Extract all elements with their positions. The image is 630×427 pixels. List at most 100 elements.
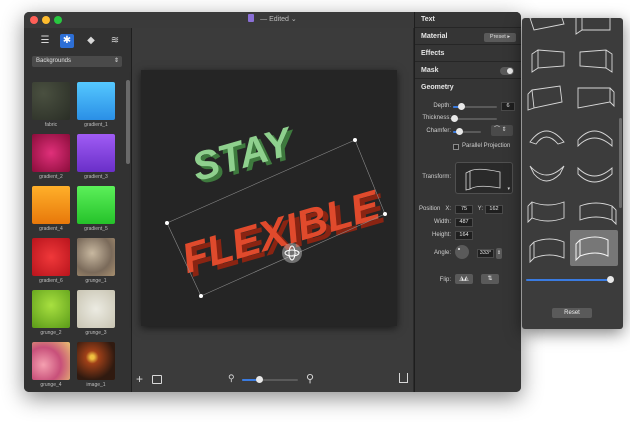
shape-option-ribbon[interactable] <box>572 156 618 190</box>
thumbnail-label: grunge_2 <box>40 330 62 336</box>
shape-option-wave-right[interactable] <box>572 118 618 152</box>
shape-option-arch-deep[interactable] <box>572 80 618 114</box>
thumbnail-gradient-6[interactable] <box>32 238 70 276</box>
shape-option-curve-left[interactable] <box>524 194 570 228</box>
shape-option-flat[interactable] <box>524 18 570 38</box>
category-select[interactable]: Backgrounds ⇕ <box>32 56 122 67</box>
add-icon[interactable]: + <box>136 372 143 386</box>
thumbnail-gradient-3[interactable] <box>77 134 115 172</box>
shape-option-box-left[interactable] <box>524 42 570 76</box>
transform-label: Transform: <box>422 174 451 180</box>
shape-option-cylinder-left[interactable] <box>524 232 570 266</box>
transform-shape-popover: Reset <box>522 18 623 329</box>
shape-option-wave-left[interactable] <box>524 118 570 152</box>
resize-handle[interactable] <box>383 212 387 216</box>
resize-handle[interactable] <box>353 138 357 142</box>
gear-icon[interactable]: ✱ <box>60 34 74 48</box>
chamfer-style-select[interactable]: ⌒ ⇕ <box>491 125 513 136</box>
thumbnail-image-1[interactable] <box>77 342 115 380</box>
sidebar: ☰ ✱ ◆ ≋ Backgrounds ⇕ fabric gradient_1 … <box>24 28 132 392</box>
angle-field[interactable]: 333° <box>477 249 494 258</box>
thumbnail-label: fabric <box>44 122 58 128</box>
depth-field[interactable]: 6 <box>501 102 515 111</box>
zoom-in-icon[interactable]: ⚲ <box>306 372 314 385</box>
thumbnail-gradient-2[interactable] <box>32 134 70 172</box>
zoom-slider-knob[interactable] <box>255 376 263 383</box>
section-effects[interactable]: Effects <box>415 46 521 62</box>
popover-scrollbar[interactable] <box>619 118 622 208</box>
thumbnail-grunge-1[interactable] <box>77 238 115 276</box>
position-x-field[interactable]: 75 <box>455 205 473 214</box>
flip-vertical-button[interactable]: ⇅ <box>481 274 499 284</box>
chevron-down-icon[interactable]: ⌄ <box>291 16 297 23</box>
depth-label: Depth: <box>433 103 451 109</box>
parallel-projection-checkbox[interactable] <box>453 144 459 150</box>
shape-option-box-right[interactable] <box>572 42 618 76</box>
fit-canvas-icon[interactable] <box>152 375 162 384</box>
sidebar-scrollbar[interactable] <box>126 80 130 164</box>
document-icon <box>248 14 255 22</box>
thumbnail-label: grunge_1 <box>85 278 107 284</box>
thumbnail-grunge-2[interactable] <box>32 290 70 328</box>
text-artwork[interactable]: STAY STAY FLEXIBLE FLEXIBLE <box>141 70 397 326</box>
thumbnail-label: image_1 <box>86 382 106 388</box>
height-label: Height: <box>431 232 451 238</box>
width-field[interactable]: 487 <box>455 218 473 227</box>
shape-option-curve-right[interactable] <box>572 194 618 228</box>
position-y-field[interactable]: 162 <box>485 205 503 214</box>
flip-horizontal-button[interactable]: ◮◭ <box>455 274 473 284</box>
shape-intensity-knob[interactable] <box>607 276 614 283</box>
transform-preview-button[interactable]: ▾ <box>455 162 513 194</box>
parallel-projection-label: Parallel Projection <box>462 143 511 149</box>
x-label: X: <box>445 206 451 212</box>
thumbnail-gradient-5[interactable] <box>77 186 115 224</box>
artboard[interactable]: STAY STAY FLEXIBLE FLEXIBLE <box>141 70 397 326</box>
thumbnail-label: gradient_5 <box>84 226 108 232</box>
list-icon[interactable]: ☰ <box>38 34 52 48</box>
shapes-icon[interactable]: ◆ <box>84 34 98 48</box>
thumbnail-grunge-4[interactable] <box>32 342 70 380</box>
section-text[interactable]: Text <box>415 12 521 28</box>
angle-label: Angle: <box>433 250 451 256</box>
thumbnail-label: grunge_4 <box>40 382 62 388</box>
layers-icon[interactable]: ≋ <box>108 34 122 48</box>
y-label: Y: <box>477 206 483 212</box>
thickness-slider[interactable] <box>453 118 497 120</box>
height-field[interactable]: 164 <box>455 231 473 240</box>
thumbnail-fabric[interactable] <box>32 82 70 120</box>
reset-button[interactable]: Reset <box>552 308 592 318</box>
rotate-handle-icon[interactable] <box>282 243 302 263</box>
thickness-slider-knob[interactable] <box>451 115 458 122</box>
angle-stepper[interactable]: ⇕ <box>496 248 502 259</box>
thumbnail-label: grunge_3 <box>85 330 107 336</box>
shape-option-cylinder-selected[interactable] <box>570 230 618 266</box>
shape-option-arch-up[interactable] <box>524 80 570 114</box>
angle-dial[interactable] <box>455 245 469 259</box>
chamfer-slider-knob[interactable] <box>456 128 463 135</box>
position-label: Position <box>419 206 441 212</box>
shape-intensity-slider[interactable] <box>526 279 612 281</box>
disclosure-triangle-icon: ▾ <box>507 186 510 192</box>
shape-option-box-perspective[interactable] <box>572 18 618 38</box>
thumbnail-gradient-4[interactable] <box>32 186 70 224</box>
width-label: Width: <box>433 219 451 225</box>
inspector-panel: Text Material Preset ▸ Effects Mask Geom… <box>414 12 521 392</box>
share-icon[interactable] <box>399 373 408 383</box>
thumbnail-gradient-1[interactable] <box>77 82 115 120</box>
preset-button[interactable]: Preset ▸ <box>484 33 516 42</box>
section-geometry[interactable]: Geometry <box>415 80 521 96</box>
section-mask[interactable]: Mask <box>415 63 521 79</box>
thumbnail-label: gradient_2 <box>39 174 63 180</box>
canvas-area: STAY STAY FLEXIBLE FLEXIBLE <box>132 28 413 392</box>
resize-handle[interactable] <box>165 221 169 225</box>
zoom-out-icon[interactable]: ⚲ <box>228 373 235 384</box>
app-window: — Edited ⌄ ☰ ✱ ◆ ≋ Backgrounds ⇕ fabric … <box>24 12 521 392</box>
shape-option-bulge[interactable] <box>524 156 570 190</box>
section-material[interactable]: Material Preset ▸ <box>415 29 521 45</box>
resize-handle[interactable] <box>199 294 203 298</box>
thumbnail-label: gradient_3 <box>84 174 108 180</box>
depth-slider-knob[interactable] <box>458 103 465 110</box>
mask-toggle[interactable] <box>500 67 514 75</box>
flip-label: Flip: <box>439 277 451 283</box>
thumbnail-grunge-3[interactable] <box>77 290 115 328</box>
